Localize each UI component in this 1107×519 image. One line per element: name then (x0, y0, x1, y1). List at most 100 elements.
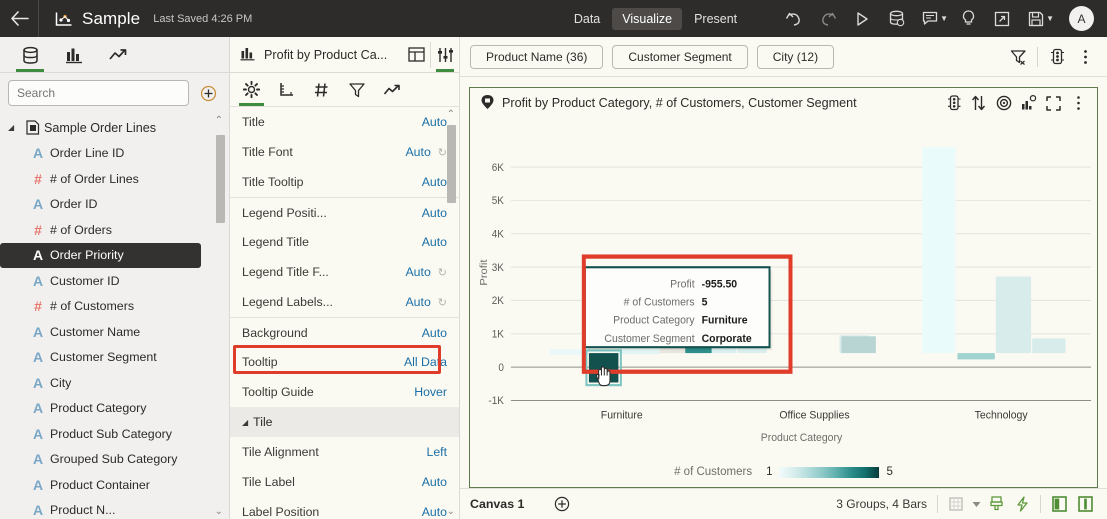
lightning-icon[interactable] (1009, 490, 1035, 518)
bar[interactable] (996, 276, 1031, 353)
field-row[interactable]: AOrder ID (0, 192, 229, 218)
property-row-background[interactable]: Background Auto (230, 317, 459, 347)
property-row-tooltip-guide[interactable]: Tooltip Guide Hover (230, 377, 459, 407)
undo-icon[interactable] (777, 0, 811, 37)
mode-present[interactable]: Present (684, 8, 747, 30)
mode-visualize[interactable]: Visualize (612, 8, 682, 30)
plus-circle-icon[interactable] (554, 496, 570, 512)
more-vertical-icon[interactable] (1066, 90, 1091, 116)
field-row[interactable]: AProduct Sub Category (0, 421, 229, 447)
property-list-scrollbar[interactable] (447, 125, 456, 203)
property-row-title[interactable]: Title Auto (230, 107, 459, 137)
legend-gradient-bar[interactable] (779, 467, 879, 478)
property-row-legend-title[interactable]: Legend Title Auto (230, 227, 459, 257)
chip-customer-segment[interactable]: Customer Segment (612, 45, 747, 69)
filter-clear-icon[interactable] (1004, 42, 1032, 72)
field-row[interactable]: ## of Order Lines (0, 166, 229, 192)
avatar[interactable]: A (1069, 6, 1094, 31)
sliders-icon[interactable] (431, 37, 459, 72)
property-value[interactable]: Auto (422, 175, 447, 189)
layout-icon[interactable] (402, 37, 430, 72)
property-value[interactable]: Auto (422, 475, 447, 489)
field-row[interactable]: AGrouped Sub Category (0, 447, 229, 473)
property-row-title-tooltip[interactable]: Title Tooltip Auto (230, 167, 459, 197)
target-icon[interactable] (991, 90, 1016, 116)
bar[interactable] (957, 353, 994, 359)
axes-tab[interactable] (269, 73, 304, 106)
insight-bulb-icon[interactable] (951, 0, 985, 37)
property-value[interactable]: Auto (422, 115, 447, 129)
property-row-label-position[interactable]: Label Position Auto (230, 497, 459, 519)
play-icon[interactable] (845, 0, 879, 37)
field-row[interactable]: AProduct N... (0, 498, 229, 519)
analytics-tab[interactable] (96, 38, 140, 72)
traffic-light-icon[interactable] (1043, 42, 1071, 72)
comment-dropdown-caret-icon[interactable]: ▼ (940, 14, 948, 23)
drill-icon[interactable] (1016, 90, 1041, 116)
reset-icon[interactable]: ↻ (438, 296, 447, 309)
grid-icon[interactable] (943, 490, 969, 518)
property-row-tile-label[interactable]: Tile Label Auto (230, 467, 459, 497)
settings-scroll-up-icon[interactable]: ⌃ (447, 109, 455, 120)
mode-data[interactable]: Data (564, 8, 610, 30)
property-group-tile[interactable]: ◢ Tile (230, 407, 459, 437)
field-row-order-priority[interactable]: AOrder Priority (0, 243, 201, 269)
traffic-light-icon[interactable] (941, 90, 966, 116)
property-value[interactable]: Hover (414, 385, 447, 399)
reset-icon[interactable]: ↻ (438, 266, 447, 279)
property-value[interactable]: Auto (405, 145, 430, 159)
property-value[interactable]: Auto (405, 265, 430, 279)
back-arrow-icon[interactable] (0, 11, 38, 26)
field-list-scrollbar[interactable] (216, 135, 225, 223)
field-row[interactable]: AProduct Container (0, 472, 229, 498)
share-icon[interactable] (985, 0, 1019, 37)
scroll-down-icon[interactable]: ⌄ (215, 506, 223, 517)
property-value[interactable]: Auto (422, 235, 447, 249)
more-vertical-icon[interactable] (1071, 42, 1099, 72)
chevron-down-icon[interactable] (969, 490, 983, 518)
property-value[interactable]: Auto (422, 206, 447, 220)
property-row-legend-labels[interactable]: Legend Labels... Auto ↻ (230, 287, 459, 317)
property-value[interactable]: Auto (422, 326, 447, 340)
field-row[interactable]: ACustomer ID (0, 268, 229, 294)
charts-tab[interactable] (52, 38, 96, 72)
bar[interactable] (1032, 338, 1065, 353)
field-row[interactable]: ACustomer Name (0, 319, 229, 345)
field-row[interactable]: AProduct Category (0, 396, 229, 422)
property-row-tile-alignment[interactable]: Tile Alignment Left (230, 437, 459, 467)
field-row[interactable]: ## of Customers (0, 294, 229, 320)
panel-left-icon[interactable] (1046, 490, 1072, 518)
fullscreen-icon[interactable] (1041, 90, 1066, 116)
reset-icon[interactable]: ↻ (438, 146, 447, 159)
property-row-legend-title-font[interactable]: Legend Title F... Auto ↻ (230, 257, 459, 287)
property-value[interactable]: Auto (422, 505, 447, 519)
brush-icon[interactable] (983, 490, 1009, 518)
general-tab[interactable] (234, 73, 269, 106)
redo-icon[interactable] (811, 0, 845, 37)
property-value[interactable]: Left (426, 445, 447, 459)
panel-right-icon[interactable] (1072, 490, 1098, 518)
dataset-root-row[interactable]: ◢ Sample Order Lines (0, 115, 229, 141)
bar[interactable] (841, 336, 875, 353)
funnel-icon[interactable] (339, 73, 374, 106)
property-row-title-font[interactable]: Title Font Auto ↻ (230, 137, 459, 167)
save-dropdown-caret-icon[interactable]: ▼ (1046, 14, 1054, 23)
hash-icon[interactable] (304, 73, 339, 106)
settings-scroll-down-icon[interactable]: ⌄ (447, 506, 455, 517)
scroll-up-icon[interactable]: ⌃ (215, 115, 223, 126)
bar[interactable] (922, 147, 955, 353)
chip-product-name[interactable]: Product Name (36) (470, 45, 603, 69)
trend-line-icon[interactable] (374, 73, 409, 106)
property-value[interactable]: Auto (405, 295, 430, 309)
sort-icon[interactable] (966, 90, 991, 116)
field-row[interactable]: AOrder Line ID (0, 141, 229, 167)
search-input[interactable] (8, 80, 189, 106)
field-row[interactable]: ACustomer Segment (0, 345, 229, 371)
field-row[interactable]: ACity (0, 370, 229, 396)
database-refresh-icon[interactable] (879, 0, 913, 37)
data-tab[interactable] (8, 38, 52, 72)
property-row-tooltip[interactable]: Tooltip All Data (230, 347, 459, 377)
field-row[interactable]: ## of Orders (0, 217, 229, 243)
collapse-triangle-icon[interactable]: ◢ (242, 418, 248, 427)
chip-city[interactable]: City (12) (757, 45, 834, 69)
